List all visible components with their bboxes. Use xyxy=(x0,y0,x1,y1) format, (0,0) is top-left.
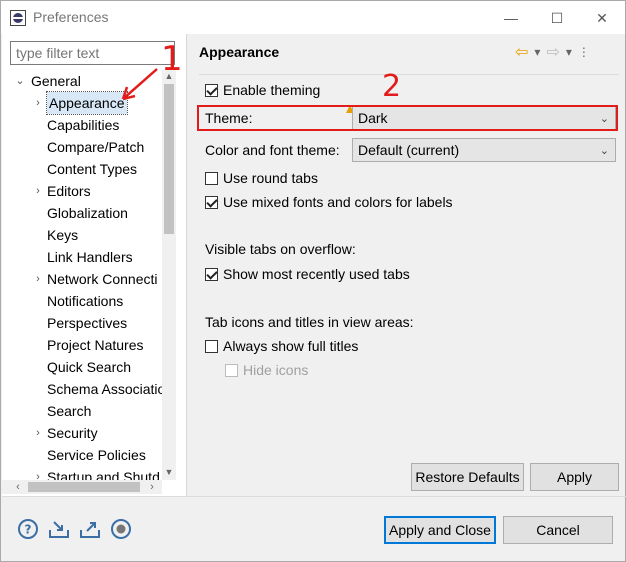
checkbox-box[interactable] xyxy=(205,267,218,281)
tree-item-label: Startup and Shutd xyxy=(47,469,160,480)
preference-tree: ⌄ General › Appearance Capabilities Compare… xyxy=(2,70,162,480)
minimize-button[interactable]: — xyxy=(489,5,533,31)
maximize-button[interactable]: ☐ xyxy=(535,5,579,31)
svg-text:?: ? xyxy=(25,523,32,537)
chevron-right-icon[interactable]: › xyxy=(32,268,44,290)
forward-dropdown-icon[interactable]: ▾ xyxy=(566,45,572,59)
tree-item-label: Project Natures xyxy=(47,337,144,353)
tree-item-label: Capabilities xyxy=(47,117,120,133)
color-font-theme-value: Default (current) xyxy=(358,142,460,158)
chevron-down-icon: ⌄ xyxy=(599,145,609,157)
checkbox-label: Use mixed fonts and colors for labels xyxy=(223,194,453,210)
tab-icons-heading: Tab icons and titles in view areas: xyxy=(205,314,414,330)
import-icon[interactable] xyxy=(48,518,70,540)
tree-item-label: Service Policies xyxy=(47,447,146,463)
checkbox-box[interactable] xyxy=(205,83,218,97)
scroll-left-icon[interactable]: ‹ xyxy=(12,480,24,494)
preferences-window: Preferences — ☐ ✕ ⌄ General ›AppearanceC… xyxy=(0,0,626,562)
tree-item-label: Keys xyxy=(47,227,79,243)
tree-horizontal-scrollbar[interactable]: ‹ › xyxy=(2,480,162,494)
checkbox-box xyxy=(225,363,238,377)
color-font-theme-label: Color and font theme: xyxy=(205,142,340,158)
title-separator xyxy=(199,74,619,75)
enable-theming-checkbox[interactable]: Enable theming xyxy=(205,80,320,100)
page-navigation: ⇦ ▾ ⇨ ▾ ⋮ xyxy=(515,42,590,62)
checkbox-label: Always show full titles xyxy=(223,338,359,354)
annotation-number-2: 2 xyxy=(382,69,402,104)
show-recent-tabs-checkbox[interactable]: Show most recently used tabs xyxy=(205,264,410,284)
chevron-right-icon[interactable]: › xyxy=(32,466,44,480)
cancel-button[interactable]: Cancel xyxy=(503,516,613,544)
record-icon[interactable] xyxy=(110,518,132,540)
tree-item-label: Content Types xyxy=(47,161,138,177)
theme-highlight-box xyxy=(197,105,618,131)
help-icon[interactable]: ? xyxy=(17,518,39,540)
visible-tabs-heading: Visible tabs on overflow: xyxy=(205,241,356,257)
checkbox-label: Show most recently used tabs xyxy=(223,266,410,282)
page-title: Appearance xyxy=(199,44,280,60)
chevron-right-icon[interactable]: › xyxy=(32,92,44,114)
scrollbar-thumb[interactable] xyxy=(28,482,140,492)
checkbox-label: Hide icons xyxy=(243,362,309,378)
window-title: Preferences xyxy=(33,9,109,25)
forward-arrow-icon[interactable]: ⇨ xyxy=(546,42,559,62)
bottom-separator xyxy=(2,496,626,497)
export-icon[interactable] xyxy=(79,518,101,540)
color-font-theme-select[interactable]: Default (current) ⌄ xyxy=(352,138,616,162)
scroll-right-icon[interactable]: › xyxy=(146,480,158,494)
tree-item-label: Network Connecti xyxy=(47,271,158,287)
view-menu-icon[interactable]: ⋮ xyxy=(578,45,590,59)
restore-defaults-button[interactable]: Restore Defaults xyxy=(411,463,524,491)
close-button[interactable]: ✕ xyxy=(580,5,624,31)
tree-item-label: Editors xyxy=(47,183,91,199)
hide-icons-checkbox: Hide icons xyxy=(225,360,308,380)
tree-item-label: Link Handlers xyxy=(47,249,133,265)
tree-vertical-scrollbar[interactable]: ▲ ▼ xyxy=(162,70,176,480)
tree-item-label: Globalization xyxy=(47,205,128,221)
checkbox-label: Use round tabs xyxy=(223,170,318,186)
apply-button[interactable]: Apply xyxy=(530,463,619,491)
back-dropdown-icon[interactable]: ▾ xyxy=(534,45,540,59)
apply-and-close-button[interactable]: Apply and Close xyxy=(384,516,496,544)
tree-item-label: Perspectives xyxy=(47,315,128,331)
tree-item-label: Search xyxy=(47,403,92,419)
chevron-right-icon[interactable]: › xyxy=(32,422,44,444)
back-arrow-icon[interactable]: ⇦ xyxy=(515,42,528,62)
checkbox-box[interactable] xyxy=(205,339,218,353)
always-show-titles-checkbox[interactable]: Always show full titles xyxy=(205,336,358,356)
annotation-number-1: 1 xyxy=(161,39,183,79)
tree-item-label: Compare/Patch xyxy=(47,139,145,155)
use-round-tabs-checkbox[interactable]: Use round tabs xyxy=(205,168,318,188)
tree-item-label: Notifications xyxy=(47,293,124,309)
chevron-right-icon[interactable]: › xyxy=(32,180,44,202)
tree-item-label: General xyxy=(31,73,81,89)
checkbox-label: Enable theming xyxy=(223,82,321,98)
scroll-down-icon[interactable]: ▼ xyxy=(164,466,174,478)
appearance-page: Appearance ⇦ ▾ ⇨ ▾ ⋮ Enable theming Them… xyxy=(187,34,625,496)
chevron-down-icon[interactable]: ⌄ xyxy=(14,70,26,92)
tree-item-label: Quick Search xyxy=(47,359,132,375)
checkbox-box[interactable] xyxy=(205,195,218,209)
eclipse-app-icon xyxy=(10,10,26,26)
use-mixed-fonts-checkbox[interactable]: Use mixed fonts and colors for labels xyxy=(205,192,453,212)
tree-item-label: Security xyxy=(47,425,98,441)
checkbox-box[interactable] xyxy=(205,171,218,185)
title-bar: Preferences — ☐ ✕ xyxy=(1,1,625,34)
tree-item-label: Schema Associatio xyxy=(47,381,162,397)
